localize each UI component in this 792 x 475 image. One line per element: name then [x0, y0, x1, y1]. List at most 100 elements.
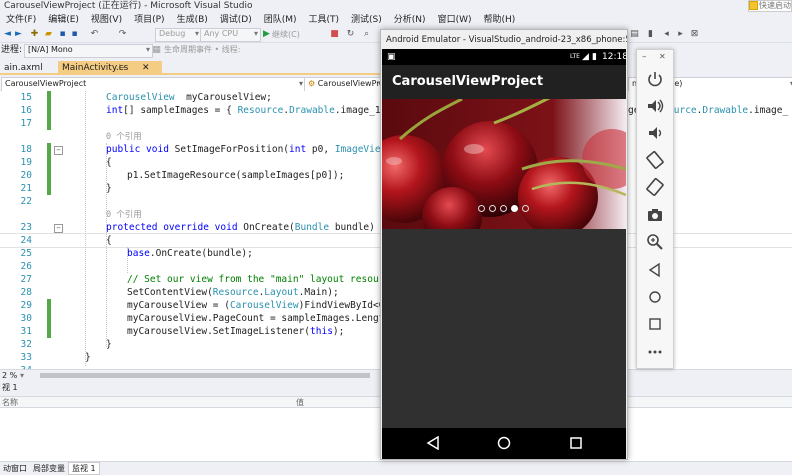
android-nav-bar: [382, 428, 626, 459]
bookmark-clear-icon[interactable]: ⊠: [690, 30, 699, 39]
home-icon[interactable]: [644, 286, 666, 308]
page-indicator-dot-active[interactable]: [511, 205, 518, 212]
menu-help[interactable]: 帮助(H): [477, 13, 521, 27]
class-dropdown[interactable]: ⚙ CarouselViewProject: [304, 77, 385, 92]
change-marker: [47, 156, 51, 169]
android-emulator-window[interactable]: Android Emulator - VisualStudio_android-…: [380, 29, 628, 460]
zoom-level[interactable]: 2 %: [2, 370, 17, 381]
bookmark-icon[interactable]: ▮: [646, 30, 655, 39]
carousel-view[interactable]: [382, 99, 626, 229]
page-indicator-dot[interactable]: [478, 205, 485, 212]
change-marker: [47, 104, 51, 117]
code-text: CarouselView myCarouselView;: [106, 91, 272, 104]
change-marker: [47, 91, 51, 104]
camera-icon[interactable]: [644, 204, 666, 226]
watch-title: 视 1: [2, 383, 18, 392]
menu-test[interactable]: 测试(S): [345, 13, 388, 27]
open-folder-icon[interactable]: ▰: [44, 30, 53, 39]
line-number: 20: [20, 170, 32, 181]
line-number: 21: [20, 183, 32, 194]
close-button[interactable]: ✕: [659, 52, 666, 61]
fold-toggle-icon[interactable]: −: [54, 224, 63, 233]
back-button[interactable]: [426, 436, 440, 450]
lifecycle-icon: ▦: [152, 45, 161, 55]
rotate-left-icon[interactable]: [644, 149, 666, 171]
config-dropdown[interactable]: Debug: [155, 28, 202, 42]
code-token: SetImageForPosition(: [168, 144, 290, 155]
find-icon[interactable]: ⌕: [362, 30, 371, 39]
change-marker: [47, 143, 51, 156]
watch-col-value[interactable]: 值: [296, 397, 304, 408]
code-text: protected override void OnCreate(Bundle …: [106, 221, 375, 234]
overview-button[interactable]: [569, 436, 583, 450]
more-icon[interactable]: [644, 341, 666, 363]
restart-icon[interactable]: ↻: [346, 30, 355, 39]
menu-file[interactable]: 文件(F): [0, 13, 42, 27]
page-indicator-dot[interactable]: [522, 205, 529, 212]
bookmark-prev-icon[interactable]: ◂: [662, 30, 671, 39]
new-item-icon[interactable]: ✚: [30, 30, 39, 39]
menu-window[interactable]: 窗口(W): [432, 13, 478, 27]
watch-col-name[interactable]: 名称: [2, 397, 18, 408]
platform-dropdown[interactable]: Any CPU: [200, 28, 261, 42]
bookmark-next-icon[interactable]: ▸: [676, 30, 685, 39]
code-token: Resource: [237, 105, 284, 116]
process-dropdown[interactable]: [N/A] Mono: [24, 44, 153, 58]
forward-nav-icon[interactable]: ►: [14, 30, 23, 39]
code-token: .Main);: [298, 287, 339, 298]
line-number: 28: [20, 287, 32, 298]
code-text: SetContentView(Resource.Layout.Main);: [127, 286, 339, 299]
zoom-icon[interactable]: [644, 231, 666, 253]
volume-down-icon[interactable]: [644, 122, 666, 144]
tab-immediate[interactable]: 动窗口: [0, 463, 30, 474]
change-marker: [47, 169, 51, 182]
redo-icon[interactable]: ↷: [118, 30, 127, 39]
line-number: 16: [20, 105, 32, 116]
project-dropdown[interactable]: CarouselViewProject: [1, 77, 306, 92]
continue-label[interactable]: 继续(C): [272, 29, 300, 40]
tab-locals[interactable]: 局部变量: [30, 463, 68, 474]
tab-mainactivity[interactable]: MainActivity.cs ⊢ ✕: [58, 61, 162, 75]
menu-analyze[interactable]: 分析(N): [388, 13, 432, 27]
close-tab-icon[interactable]: ✕: [142, 61, 150, 75]
code-token: p0,: [306, 144, 335, 155]
page-indicator-dot[interactable]: [489, 205, 496, 212]
overview-icon[interactable]: [644, 313, 666, 335]
tab-main-axml[interactable]: ain.axml: [0, 61, 46, 75]
rotate-right-icon[interactable]: [644, 176, 666, 198]
code-token: [] sampleImages = {: [123, 105, 238, 116]
minimize-button[interactable]: –: [642, 52, 647, 62]
code-token: ImageView: [334, 144, 387, 155]
menu-build[interactable]: 生成(B): [171, 13, 214, 27]
notification-flag-icon[interactable]: [749, 1, 758, 10]
code-token: myCarouselView.PageCount = sampleImages.…: [127, 313, 396, 324]
pin-icon[interactable]: ⊢: [119, 61, 126, 75]
save-all-icon[interactable]: ▪: [70, 30, 79, 39]
code-token: // Set our view from the "main" layout r…: [127, 274, 396, 285]
undo-icon[interactable]: ↶: [90, 30, 99, 39]
volume-up-icon[interactable]: [644, 95, 666, 117]
change-marker: [47, 117, 51, 130]
zoom-dropdown-icon[interactable]: ▾: [20, 370, 24, 381]
code-token: myCarouselView = (: [127, 300, 230, 311]
menu-debug[interactable]: 调试(D): [214, 13, 258, 27]
back-icon[interactable]: [644, 259, 666, 281]
stop-debug-icon[interactable]: ■: [330, 30, 339, 39]
comment-icon[interactable]: ▤: [630, 30, 639, 39]
menu-project[interactable]: 项目(P): [128, 13, 170, 27]
home-button[interactable]: [497, 436, 511, 450]
fold-toggle-icon[interactable]: −: [54, 146, 63, 155]
horizontal-scrollbar[interactable]: [40, 373, 370, 378]
tab-watch1[interactable]: 监视 1: [68, 462, 100, 475]
save-icon[interactable]: ▪: [58, 30, 67, 39]
continue-icon[interactable]: ▶: [262, 30, 271, 39]
menu-view[interactable]: 视图(V): [85, 13, 128, 27]
power-icon[interactable]: [644, 68, 666, 90]
device-screen[interactable]: ▣ LTE ◢ ▮ 12:18 CarouselViewProject: [382, 49, 626, 459]
menu-tools[interactable]: 工具(T): [303, 13, 346, 27]
page-indicator-dot[interactable]: [500, 205, 507, 212]
back-nav-icon[interactable]: ◄: [3, 30, 12, 39]
menu-edit[interactable]: 编辑(E): [42, 13, 85, 27]
menu-team[interactable]: 团队(M): [258, 13, 303, 27]
code-token: 0 个引用: [106, 132, 142, 142]
